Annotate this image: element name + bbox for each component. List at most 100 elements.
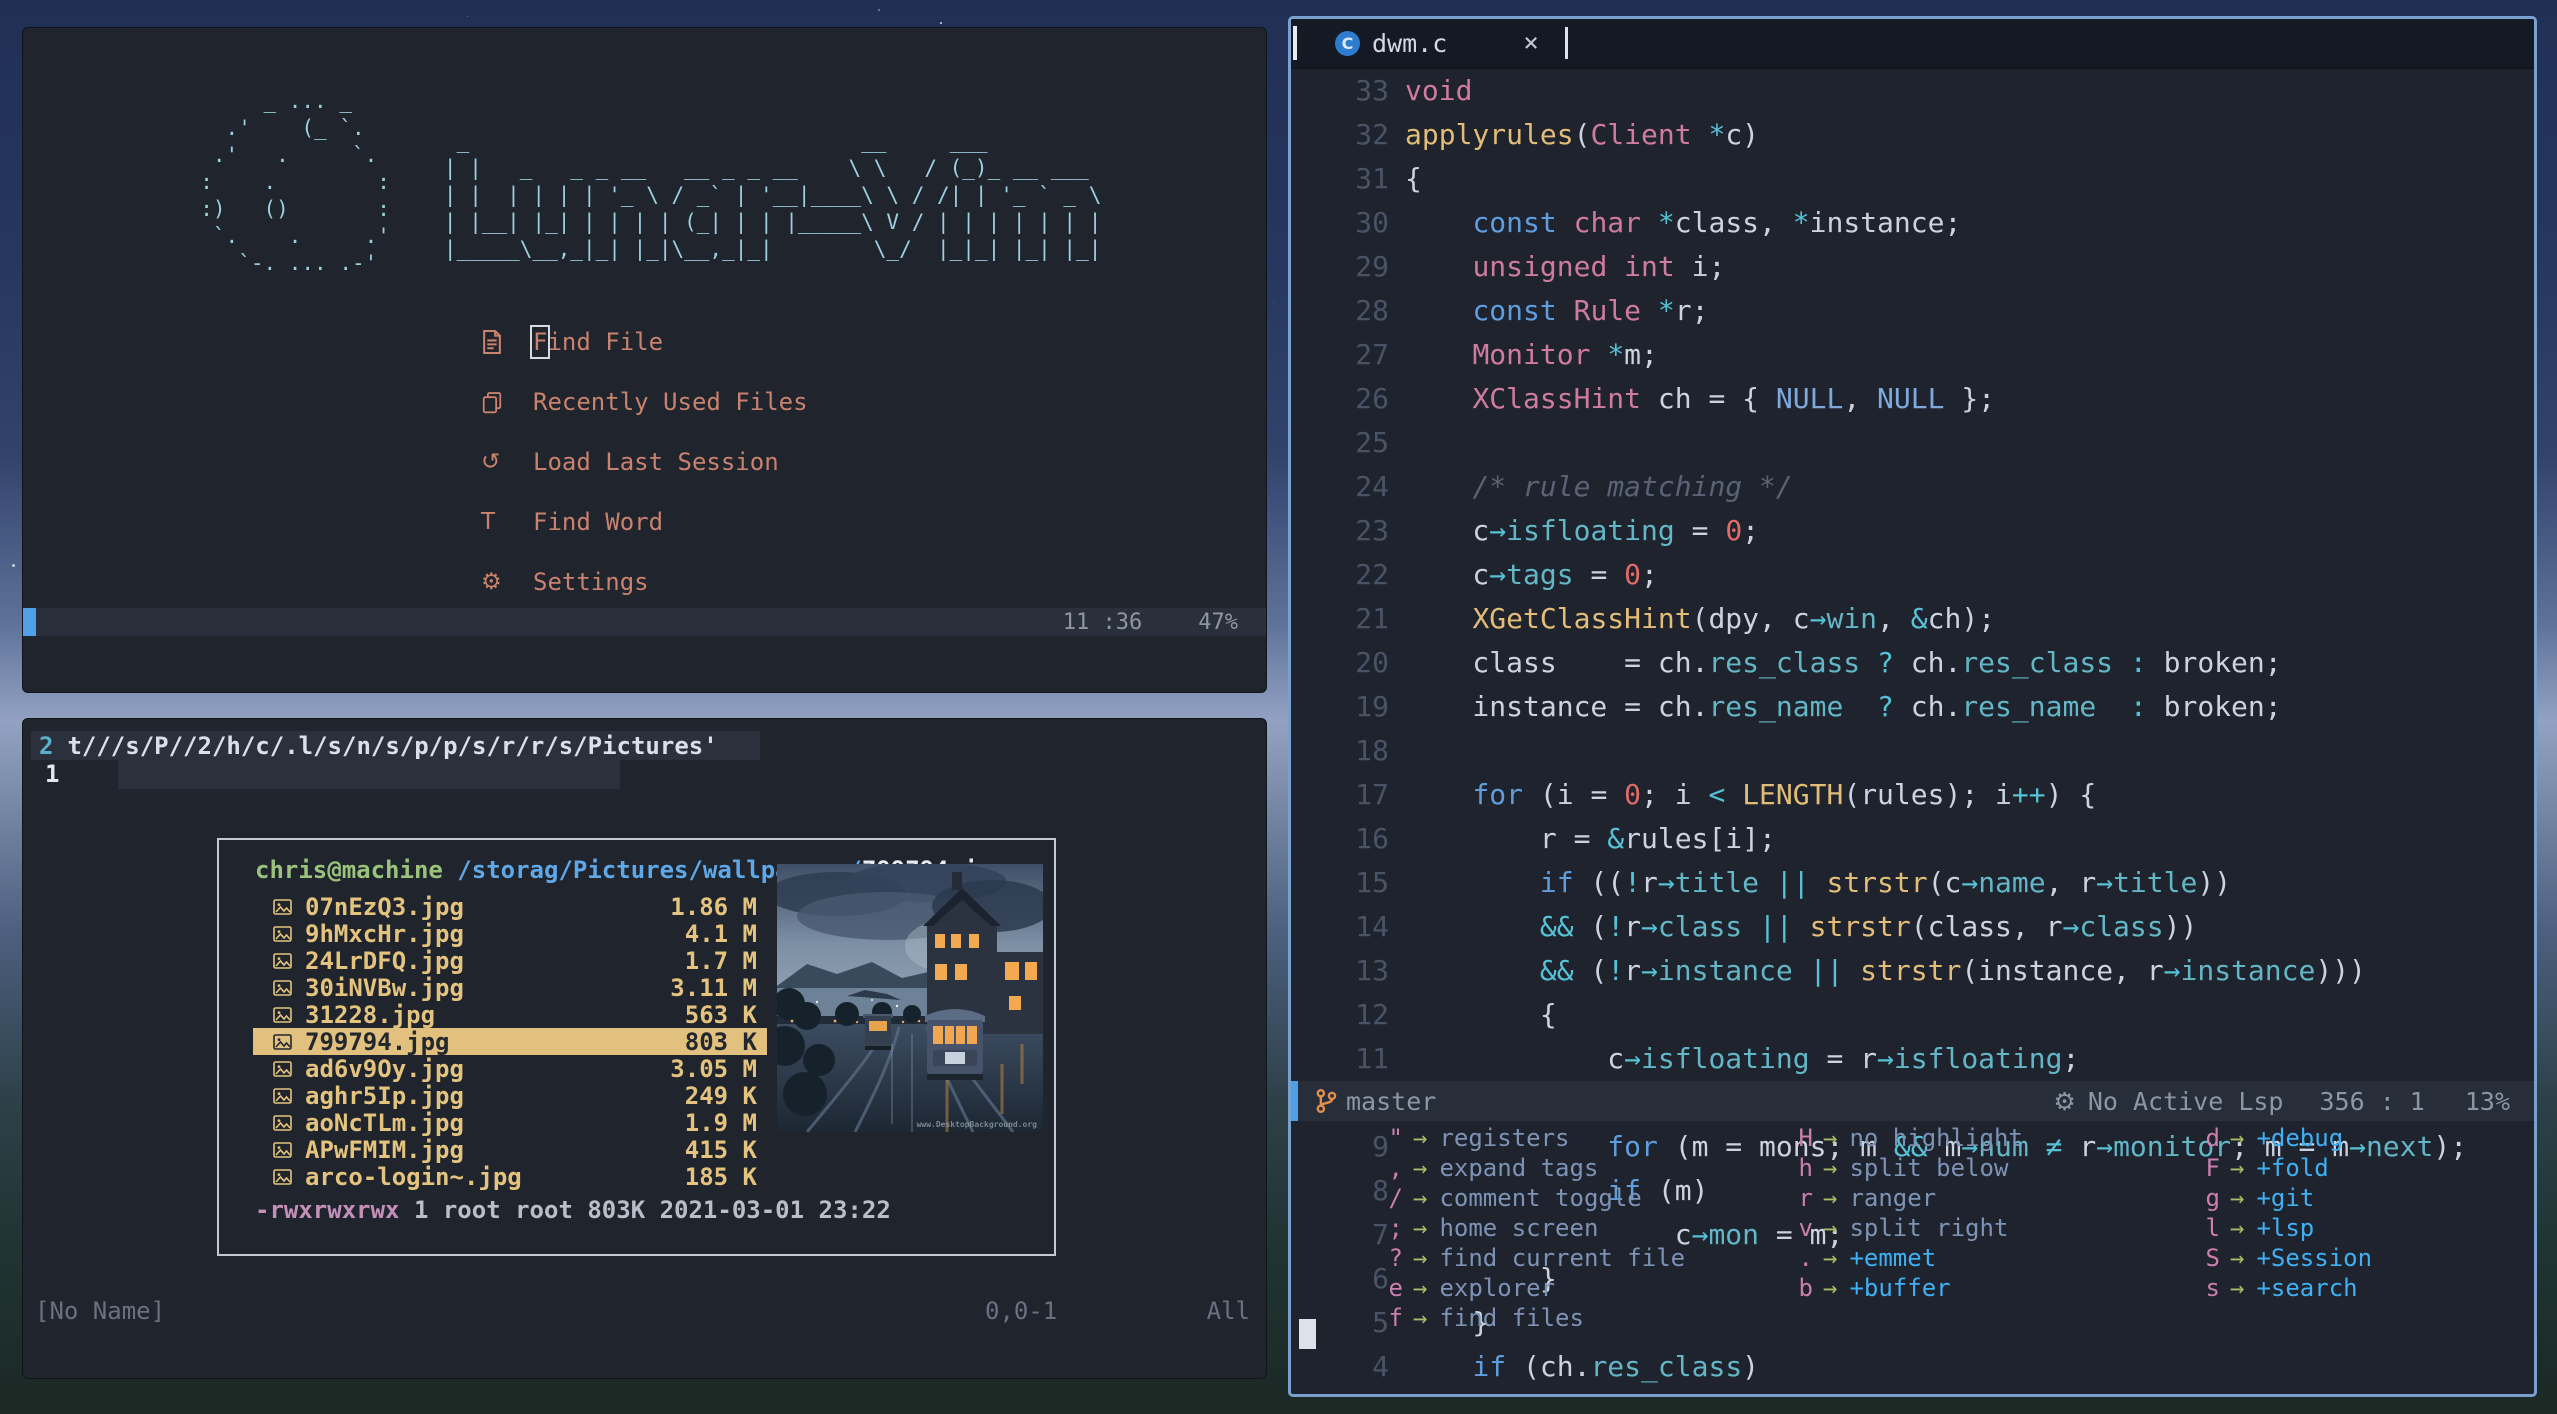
lunarvim-logo: _ ... _ .' (_ `. .' . `. : . : :) () : `… — [23, 88, 1266, 277]
binding-label: ranger — [1849, 1184, 1937, 1212]
file-row-9hmxchr-jpg[interactable]: 9hMxcHr.jpg 4.1 M — [253, 919, 767, 948]
code-line[interactable]: 13 && (!r→instance || strstr(instance, r… — [1291, 949, 2534, 993]
code-line[interactable]: 3 XFree(ch.res_class); — [1291, 1389, 2534, 1394]
image-icon — [273, 1141, 305, 1158]
binding-key: " — [1388, 1124, 1403, 1152]
code-line[interactable]: 15 if ((!r→title || strstr(c→name, r→tit… — [1291, 861, 2534, 905]
code-line[interactable]: 21 XGetClassHint(dpy, c→win, &ch); — [1291, 597, 2534, 641]
dashboard-item-label: Load Last Session — [533, 447, 779, 476]
code-line[interactable]: 28 const Rule *r; — [1291, 289, 2534, 333]
binding-key: F — [2205, 1154, 2220, 1182]
line-number: 15 — [1355, 866, 1389, 899]
line-number: 2 — [39, 731, 54, 760]
binding-key: ; — [1388, 1214, 1403, 1242]
code-line[interactable]: 16 r = &rules[i]; — [1291, 817, 2534, 861]
code-text: && (!r→class || strstr(class, r→class)) — [1539, 910, 2198, 943]
code-line[interactable]: 4 if (ch.res_class) — [1291, 1345, 2534, 1389]
binding-label: home screen — [1439, 1214, 1599, 1242]
code-line[interactable]: 19 instance = ch.res_name ? ch.res_name … — [1291, 685, 2534, 729]
close-icon[interactable]: × — [1523, 28, 1539, 58]
file-row-799794-jpg[interactable]: 799794.jpg 803 K — [253, 1027, 767, 1056]
code-line[interactable]: 24 /* rule matching */ — [1291, 465, 2534, 509]
code-text: class = ch.res_class ? ch.res_class : br… — [1405, 646, 2282, 679]
dashboard-item-find-file[interactable]: Find File — [481, 324, 808, 359]
dashboard-item-settings[interactable]: ⚙ Settings — [481, 568, 808, 596]
file-row-arco-login-jpg[interactable]: arco-login~.jpg 185 K — [253, 1163, 767, 1191]
code-line[interactable]: 11 c→isfloating = r→isfloating; — [1291, 1037, 2534, 1081]
binding-key: , — [1388, 1154, 1403, 1182]
arrow-icon: → — [1823, 1124, 1838, 1152]
file-row-07nezq3-jpg[interactable]: 07nEzQ3.jpg 1.86 M — [253, 893, 767, 921]
dashboard-item-recently-used-files[interactable]: Recently Used Files — [481, 387, 808, 416]
binding-label: expand tags — [1439, 1154, 1599, 1182]
which-key-column: " → registers, → expand tags / → comment toggle… — [1327, 1123, 1686, 1333]
code-line[interactable]: 14 && (!r→class || strstr(class, r→class… — [1291, 905, 2534, 949]
code-text: c→isfloating = 0; — [1405, 514, 1760, 547]
line-number: 13 — [1355, 954, 1389, 987]
c-language-icon: C — [1335, 30, 1360, 56]
code-line[interactable]: 20 class = ch.res_class ? ch.res_class :… — [1291, 641, 2534, 685]
code-line[interactable]: 27 Monitor *m; — [1291, 333, 2534, 377]
line-number: 24 — [1355, 470, 1389, 503]
code-line[interactable]: 31 { — [1291, 157, 2534, 201]
code-text: c→isfloating = r→isfloating; — [1405, 1042, 2080, 1075]
editor-statusline: master ⚙ No Active Lsp 356 : 1 13% — [1291, 1081, 2534, 1121]
code-line[interactable]: 17 for (i = 0; i < LENGTH(rules); i++) { — [1291, 773, 2534, 817]
star — [940, 22, 942, 24]
file-row-24lrdfq-jpg[interactable]: 24LrDFQ.jpg 1.7 M — [253, 947, 767, 975]
scratch-statusline: [No Name] 0,0-1 All — [23, 1297, 1266, 1325]
binding-key: d — [2205, 1124, 2220, 1152]
line-number: 21 — [1355, 602, 1389, 635]
code-line[interactable]: 33 void — [1291, 69, 2534, 113]
file-permissions-row: -rwxrwxrwx 1 root root 803K 2021-03-01 2… — [255, 1196, 891, 1224]
file-name: 799794.jpg — [305, 1027, 450, 1056]
dashboard-item-load-last-session[interactable]: ↺ Load Last Session — [481, 447, 808, 476]
git-branch-name: master — [1346, 1086, 1437, 1116]
binding-key: H — [1798, 1124, 1813, 1152]
statusline-percent: 47% — [1198, 609, 1238, 635]
dashboard-item-label: Find File — [529, 324, 664, 359]
dashboard-menu: Find File Recently Used Files ↺ Load Last S… — [481, 324, 808, 628]
binding-key: e — [1388, 1274, 1403, 1302]
file-row-30invbw-jpg[interactable]: 30iNVBw.jpg 3.11 M — [253, 974, 767, 1002]
dashboard-item-label: Recently Used Files — [533, 387, 808, 416]
file-size: 415 K — [684, 1135, 757, 1164]
code-line[interactable]: 12 { — [1291, 993, 2534, 1037]
file-row-apwfmim-jpg[interactable]: APwFMIM.jpg 415 K — [253, 1135, 767, 1164]
image-icon — [273, 1006, 305, 1023]
arrow-icon: → — [2230, 1154, 2245, 1182]
statusline-right: ⚙ No Active Lsp 356 : 1 13% — [2053, 1087, 2534, 1116]
code-line[interactable]: 22 c→tags = 0; — [1291, 553, 2534, 597]
code-text: { — [1405, 998, 1557, 1031]
dashboard-item-find-word[interactable]: T Find Word — [481, 508, 808, 536]
file-size: 4.1 M — [684, 919, 757, 948]
fuzzy-path-text: t///s/P//2/h/c/.l/s/n/s/p/p/s/r/r/s/Pict… — [67, 731, 718, 760]
star — [1273, 302, 1274, 303]
code-text: Monitor *m; — [1472, 338, 1658, 371]
binding-key: b — [1798, 1274, 1813, 1302]
tab-dwm-c[interactable]: C dwm.c × — [1335, 28, 1539, 58]
empty-line-highlight — [118, 760, 620, 789]
code-line[interactable]: 23 c→isfloating = 0; — [1291, 509, 2534, 553]
code-line[interactable]: 30 const char *class, *instance; — [1291, 201, 2534, 245]
image-icon — [273, 925, 305, 942]
neovim-editor-window: C dwm.c × 33 void 32 applyrules(Client *c) 3… — [1288, 16, 2537, 1397]
code-line[interactable]: 25 — [1291, 421, 2534, 465]
which-key-binding-lsp: l → +lsp — [2144, 1213, 2372, 1243]
code-line[interactable]: 26 XClassHint ch = { NULL, NULL }; — [1291, 377, 2534, 421]
file-row-ad6v9oy-jpg[interactable]: ad6v9Oy.jpg 3.05 M — [253, 1055, 767, 1083]
code-line[interactable]: 29 unsigned int i; — [1291, 245, 2534, 289]
which-key-binding-split-below: h → split below — [1737, 1153, 2023, 1183]
file-list: 07nEzQ3.jpg 1.86 M 9hMxcHr.jpg 4.1 M 24LrDFQ… — [253, 893, 767, 1191]
file-row-31228-jpg[interactable]: 31228.jpg 563 K — [253, 1001, 767, 1029]
which-key-binding-session: S → +Session — [2144, 1243, 2373, 1273]
code-line[interactable]: 18 — [1291, 729, 2534, 773]
line-number: 18 — [1355, 734, 1389, 767]
binding-label: registers — [1439, 1124, 1570, 1152]
file-row-aonctlm-jpg[interactable]: aoNcTLm.jpg 1.9 M — [253, 1109, 767, 1137]
file-row-aghr5ip-jpg[interactable]: aghr5Ip.jpg 249 K — [253, 1082, 767, 1110]
git-branch-icon — [1314, 1087, 1338, 1115]
code-line[interactable]: 32 applyrules(Client *c) — [1291, 113, 2534, 157]
binding-key: / — [1388, 1184, 1403, 1212]
line-number: 32 — [1355, 118, 1389, 151]
